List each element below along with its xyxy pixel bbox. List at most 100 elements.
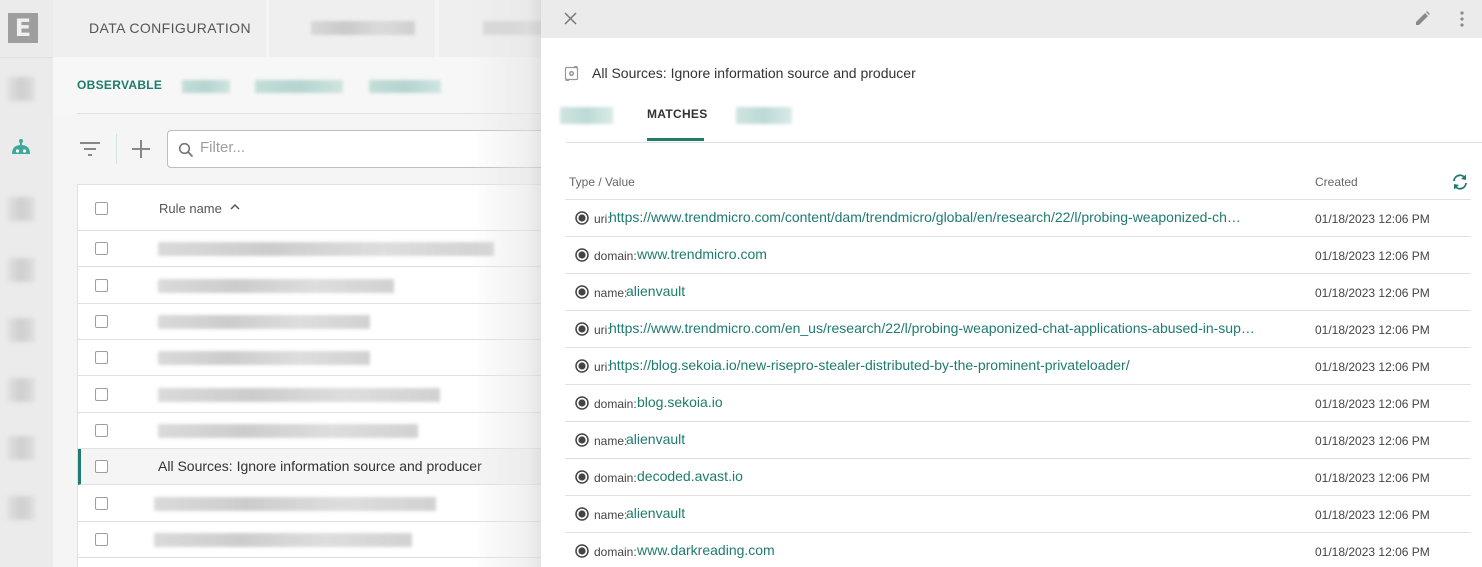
subtab-blurred-1[interactable] (182, 80, 230, 93)
match-value-link[interactable]: alienvault (626, 505, 685, 521)
blurred-icon (7, 258, 35, 282)
row-checkbox[interactable] (95, 460, 108, 473)
match-value-link[interactable]: www.darkreading.com (637, 542, 775, 558)
table-row-selected[interactable]: All Sources: Ignore information source a… (78, 449, 558, 485)
filter-search-field[interactable] (167, 130, 567, 168)
row-checkbox[interactable] (95, 315, 108, 328)
match-value-link[interactable]: blog.sekoia.io (637, 394, 723, 410)
observable-radio-icon (575, 211, 589, 225)
tab-blurred-overview[interactable] (560, 107, 613, 124)
row-checkbox[interactable] (95, 497, 108, 510)
nav-item-data[interactable] (7, 138, 35, 164)
table-row[interactable] (78, 486, 558, 522)
match-created: 01/18/2023 12:06 PM (1315, 212, 1430, 226)
row-checkbox[interactable] (95, 533, 108, 546)
table-row[interactable] (78, 304, 558, 340)
sub-tabs: OBSERVABLE (53, 58, 553, 114)
edit-pencil-icon[interactable] (1415, 11, 1430, 26)
match-value-link[interactable]: https://blog.sekoia.io/new-risepro-steal… (609, 357, 1130, 373)
match-type: domain: (594, 397, 637, 411)
blurred-rule-name (158, 388, 440, 402)
match-row[interactable]: uri: https://www.trendmicro.com/content/d… (565, 200, 1471, 237)
match-created: 01/18/2023 12:06 PM (1315, 249, 1430, 263)
tab-label: DATA CONFIGURATION (89, 20, 251, 36)
table-row[interactable] (78, 413, 558, 449)
subtab-observable[interactable]: OBSERVABLE (77, 78, 162, 92)
tab-blurred-2[interactable] (269, 0, 435, 57)
column-type-value[interactable]: Type / Value (569, 175, 635, 189)
match-value-link[interactable]: www.trendmicro.com (637, 246, 767, 262)
match-value-link[interactable]: https://www.trendmicro.com/en_us/researc… (609, 320, 1255, 336)
filter-input[interactable] (200, 139, 500, 156)
match-row[interactable]: name: alienvault 01/18/2023 12:06 PM (565, 496, 1471, 533)
left-nav-rail: E (0, 0, 53, 567)
match-type: name: (594, 286, 628, 300)
tab-blurred-other[interactable] (736, 107, 792, 124)
tab-matches[interactable]: MATCHES (647, 107, 708, 121)
column-created[interactable]: Created (1315, 175, 1358, 189)
match-type: domain: (594, 249, 637, 263)
table-row[interactable] (78, 377, 558, 413)
row-checkbox[interactable] (95, 242, 108, 255)
match-created: 01/18/2023 12:06 PM (1315, 471, 1430, 485)
drawer-header (541, 0, 1482, 38)
match-row[interactable]: domain: www.trendmicro.com 01/18/2023 12:0… (565, 237, 1471, 274)
subtab-blurred-2[interactable] (255, 80, 343, 93)
table-row[interactable] (78, 340, 558, 376)
match-created: 01/18/2023 12:06 PM (1315, 508, 1430, 522)
match-value-link[interactable]: alienvault (626, 431, 685, 447)
nav-item-6[interactable] (7, 378, 35, 404)
observable-radio-icon (575, 322, 589, 336)
match-type: name: (594, 508, 628, 522)
blurred-icon (7, 436, 35, 460)
row-checkbox[interactable] (95, 424, 108, 437)
tab-data-configuration[interactable]: DATA CONFIGURATION (53, 0, 266, 57)
table-row[interactable] (78, 231, 558, 267)
blurred-rule-name (154, 533, 412, 547)
observable-radio-icon (575, 433, 589, 447)
blurred-rule-name (158, 424, 418, 438)
table-header: Rule name (78, 185, 558, 231)
nav-item-5[interactable] (7, 318, 35, 344)
match-row[interactable]: domain: blog.sekoia.io 01/18/2023 12:06 PM (565, 385, 1471, 422)
filter-list-icon[interactable] (79, 139, 101, 159)
match-row[interactable]: name: alienvault 01/18/2023 12:06 PM (565, 422, 1471, 459)
match-value-link[interactable]: decoded.avast.io (637, 468, 743, 484)
match-created: 01/18/2023 12:06 PM (1315, 397, 1430, 411)
table-row[interactable] (78, 522, 558, 558)
nav-item-3[interactable] (7, 197, 35, 223)
subtab-blurred-3[interactable] (369, 80, 441, 93)
refresh-icon[interactable] (1451, 173, 1469, 191)
observable-radio-icon (575, 544, 589, 558)
row-checkbox[interactable] (95, 279, 108, 292)
row-checkbox[interactable] (95, 388, 108, 401)
match-created: 01/18/2023 12:06 PM (1315, 434, 1430, 448)
match-value-link[interactable]: alienvault (626, 283, 685, 299)
match-row[interactable]: domain: decoded.avast.io 01/18/2023 12:06 … (565, 459, 1471, 496)
nav-item-7[interactable] (7, 436, 35, 462)
blurred-icon (7, 378, 35, 402)
match-row[interactable]: domain: www.darkreading.com 01/18/2023 12:… (565, 533, 1471, 567)
sort-ascending-icon[interactable] (230, 203, 240, 211)
automation-rule-icon (564, 66, 579, 81)
table-row[interactable] (78, 268, 558, 304)
blurred-label (311, 21, 415, 35)
nav-item-4[interactable] (7, 258, 35, 284)
row-checkbox[interactable] (95, 351, 108, 364)
nav-item-8[interactable] (7, 496, 35, 522)
app-logo[interactable]: E (8, 13, 38, 43)
match-created: 01/18/2023 12:06 PM (1315, 286, 1430, 300)
more-vert-icon[interactable] (1459, 10, 1465, 28)
match-row[interactable]: uri: https://blog.sekoia.io/new-risepro-s… (565, 348, 1471, 385)
blurred-rule-name (158, 315, 370, 329)
match-row[interactable]: name: alienvault 01/18/2023 12:06 PM (565, 274, 1471, 311)
close-icon[interactable] (564, 12, 577, 25)
match-row[interactable]: uri: https://www.trendmicro.com/en_us/res… (565, 311, 1471, 348)
add-icon[interactable] (131, 139, 151, 159)
column-rule-name[interactable]: Rule name (159, 201, 222, 216)
blurred-icon (7, 318, 35, 342)
nav-item-1[interactable] (7, 77, 35, 103)
match-value-link[interactable]: https://www.trendmicro.com/content/dam/t… (609, 209, 1241, 225)
match-created: 01/18/2023 12:06 PM (1315, 360, 1430, 374)
select-all-checkbox[interactable] (95, 202, 108, 215)
